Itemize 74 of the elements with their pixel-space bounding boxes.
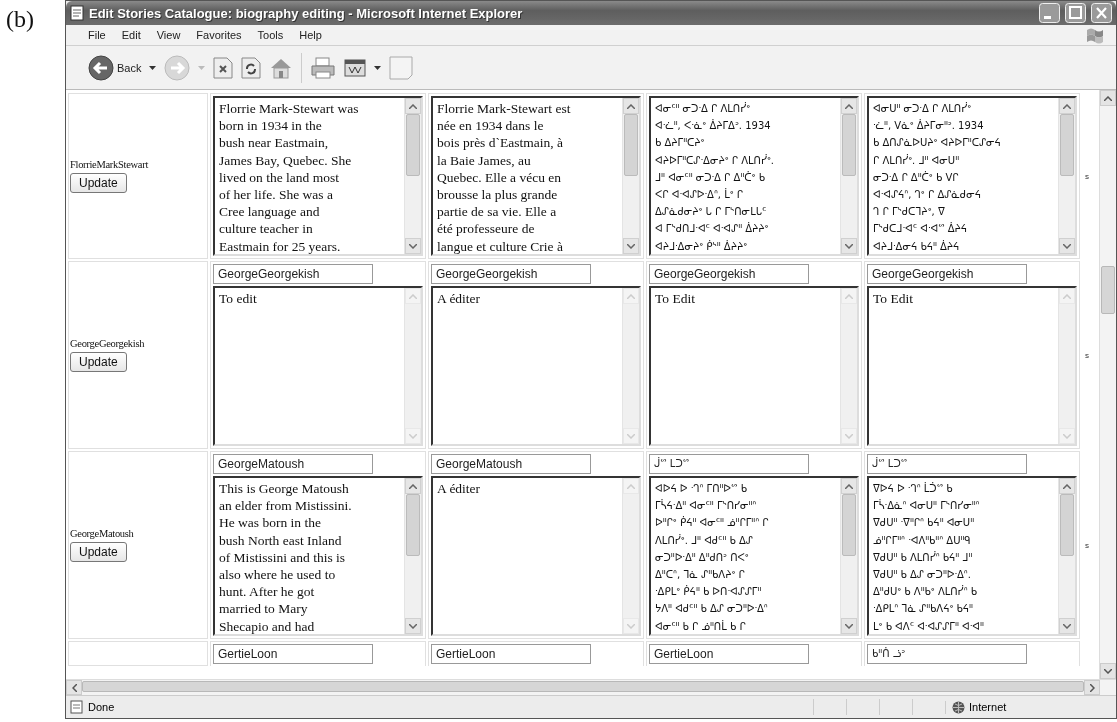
blank-page-icon[interactable]	[389, 55, 414, 80]
zone-text: Internet	[969, 701, 1007, 713]
update-button[interactable]: Update	[70, 542, 127, 562]
name-field[interactable]: GeorgeGeorgekish	[431, 264, 591, 284]
maximize-icon[interactable]	[1065, 3, 1086, 23]
name-field[interactable]: GeorgeMatoush	[431, 454, 591, 474]
scroll-up-icon[interactable]	[1063, 103, 1071, 109]
scroll-down-icon[interactable]	[627, 243, 635, 249]
scroll-up-icon[interactable]	[1063, 483, 1071, 489]
story-name: FlorrieMarkStewart	[70, 159, 148, 170]
minimize-icon[interactable]	[1039, 3, 1060, 23]
name-field[interactable]: GeorgeGeorgekish	[649, 264, 809, 284]
clipped-text: s	[1085, 350, 1089, 360]
name-field[interactable]: ᑲᐦᑏ ᓘᐣ	[867, 644, 1027, 664]
globe-icon	[952, 700, 965, 714]
scrollbar[interactable]	[404, 98, 421, 254]
menu-item[interactable]: Favorites	[196, 29, 242, 41]
scroll-up-icon[interactable]	[409, 103, 417, 109]
scrollbar[interactable]	[1058, 98, 1075, 254]
scroll-down-icon[interactable]	[1063, 243, 1071, 249]
caret-icon[interactable]	[149, 65, 157, 70]
printer-icon[interactable]	[310, 55, 337, 80]
scroll-left-icon[interactable]	[71, 683, 77, 692]
stop-icon[interactable]	[213, 56, 234, 79]
update-button[interactable]: Update	[70, 173, 127, 193]
close-icon[interactable]	[1091, 3, 1112, 23]
flag-logo-icon	[1084, 26, 1106, 44]
scroll-down-icon[interactable]	[845, 623, 853, 629]
scroll-right-icon[interactable]	[1089, 683, 1095, 692]
menu-item[interactable]: View	[156, 29, 181, 41]
scroll-down-icon[interactable]	[1104, 668, 1112, 674]
scroll-up-icon[interactable]	[627, 103, 635, 109]
scroll-up-icon[interactable]	[845, 483, 853, 489]
menu-item[interactable]: Help	[299, 29, 322, 41]
menu-item[interactable]: Edit	[121, 29, 141, 41]
calendar-icon[interactable]	[344, 57, 367, 78]
page-icon	[70, 5, 84, 21]
update-button[interactable]: Update	[70, 352, 127, 372]
menu-item[interactable]: File	[88, 29, 106, 41]
name-field[interactable]: GertieLoon	[431, 644, 591, 664]
scrollbar[interactable]	[840, 478, 857, 634]
figure-label: (b)	[5, 5, 35, 34]
vertical-scrollbar[interactable]	[1099, 90, 1116, 679]
refresh-icon[interactable]	[241, 56, 262, 79]
scroll-down-icon[interactable]	[1063, 623, 1071, 629]
scroll-up-icon[interactable]	[1104, 95, 1112, 101]
story-name: GeorgeMatoush	[70, 528, 134, 539]
scroll-down-icon[interactable]	[409, 243, 417, 249]
window-title: Edit Stories Catalogue: biography editing - Microsoft Internet Explorer	[89, 5, 524, 21]
menu-item[interactable]: Tools	[257, 29, 284, 41]
scroll-down-icon[interactable]	[845, 243, 853, 249]
scroll-thumb[interactable]	[1101, 266, 1115, 314]
scrollbar[interactable]	[840, 98, 857, 254]
name-field[interactable]: GertieLoon	[213, 644, 373, 664]
status-text: Done	[88, 701, 116, 713]
name-field[interactable]: GertieLoon	[649, 644, 809, 664]
scrollbar[interactable]	[404, 478, 421, 634]
name-field[interactable]: GeorgeGeorgekish	[213, 264, 373, 284]
scrollbar[interactable]	[1058, 478, 1075, 634]
back-button[interactable]: Back	[88, 54, 142, 81]
scrollbar[interactable]	[622, 98, 639, 254]
name-field[interactable]: GeorgeGeorgekish	[867, 264, 1027, 284]
scroll-up-icon[interactable]	[845, 103, 853, 109]
clipped-text: s	[1085, 171, 1089, 181]
caret-icon[interactable]	[374, 65, 382, 70]
name-field[interactable]: GeorgeMatoush	[213, 454, 373, 474]
name-field[interactable]: ᒎᔥ ᒪᑐᔥ	[867, 454, 1027, 474]
scroll-down-icon[interactable]	[409, 623, 417, 629]
clipped-text: s	[1085, 540, 1089, 550]
scroll-up-icon[interactable]	[409, 483, 417, 489]
name-field[interactable]: ᒎᔥ ᒪᑐᔥ	[649, 454, 809, 474]
story-name: GeorgeGeorgekish	[70, 338, 145, 349]
page-icon	[70, 700, 84, 714]
horizontal-scrollbar[interactable]	[66, 680, 1100, 695]
